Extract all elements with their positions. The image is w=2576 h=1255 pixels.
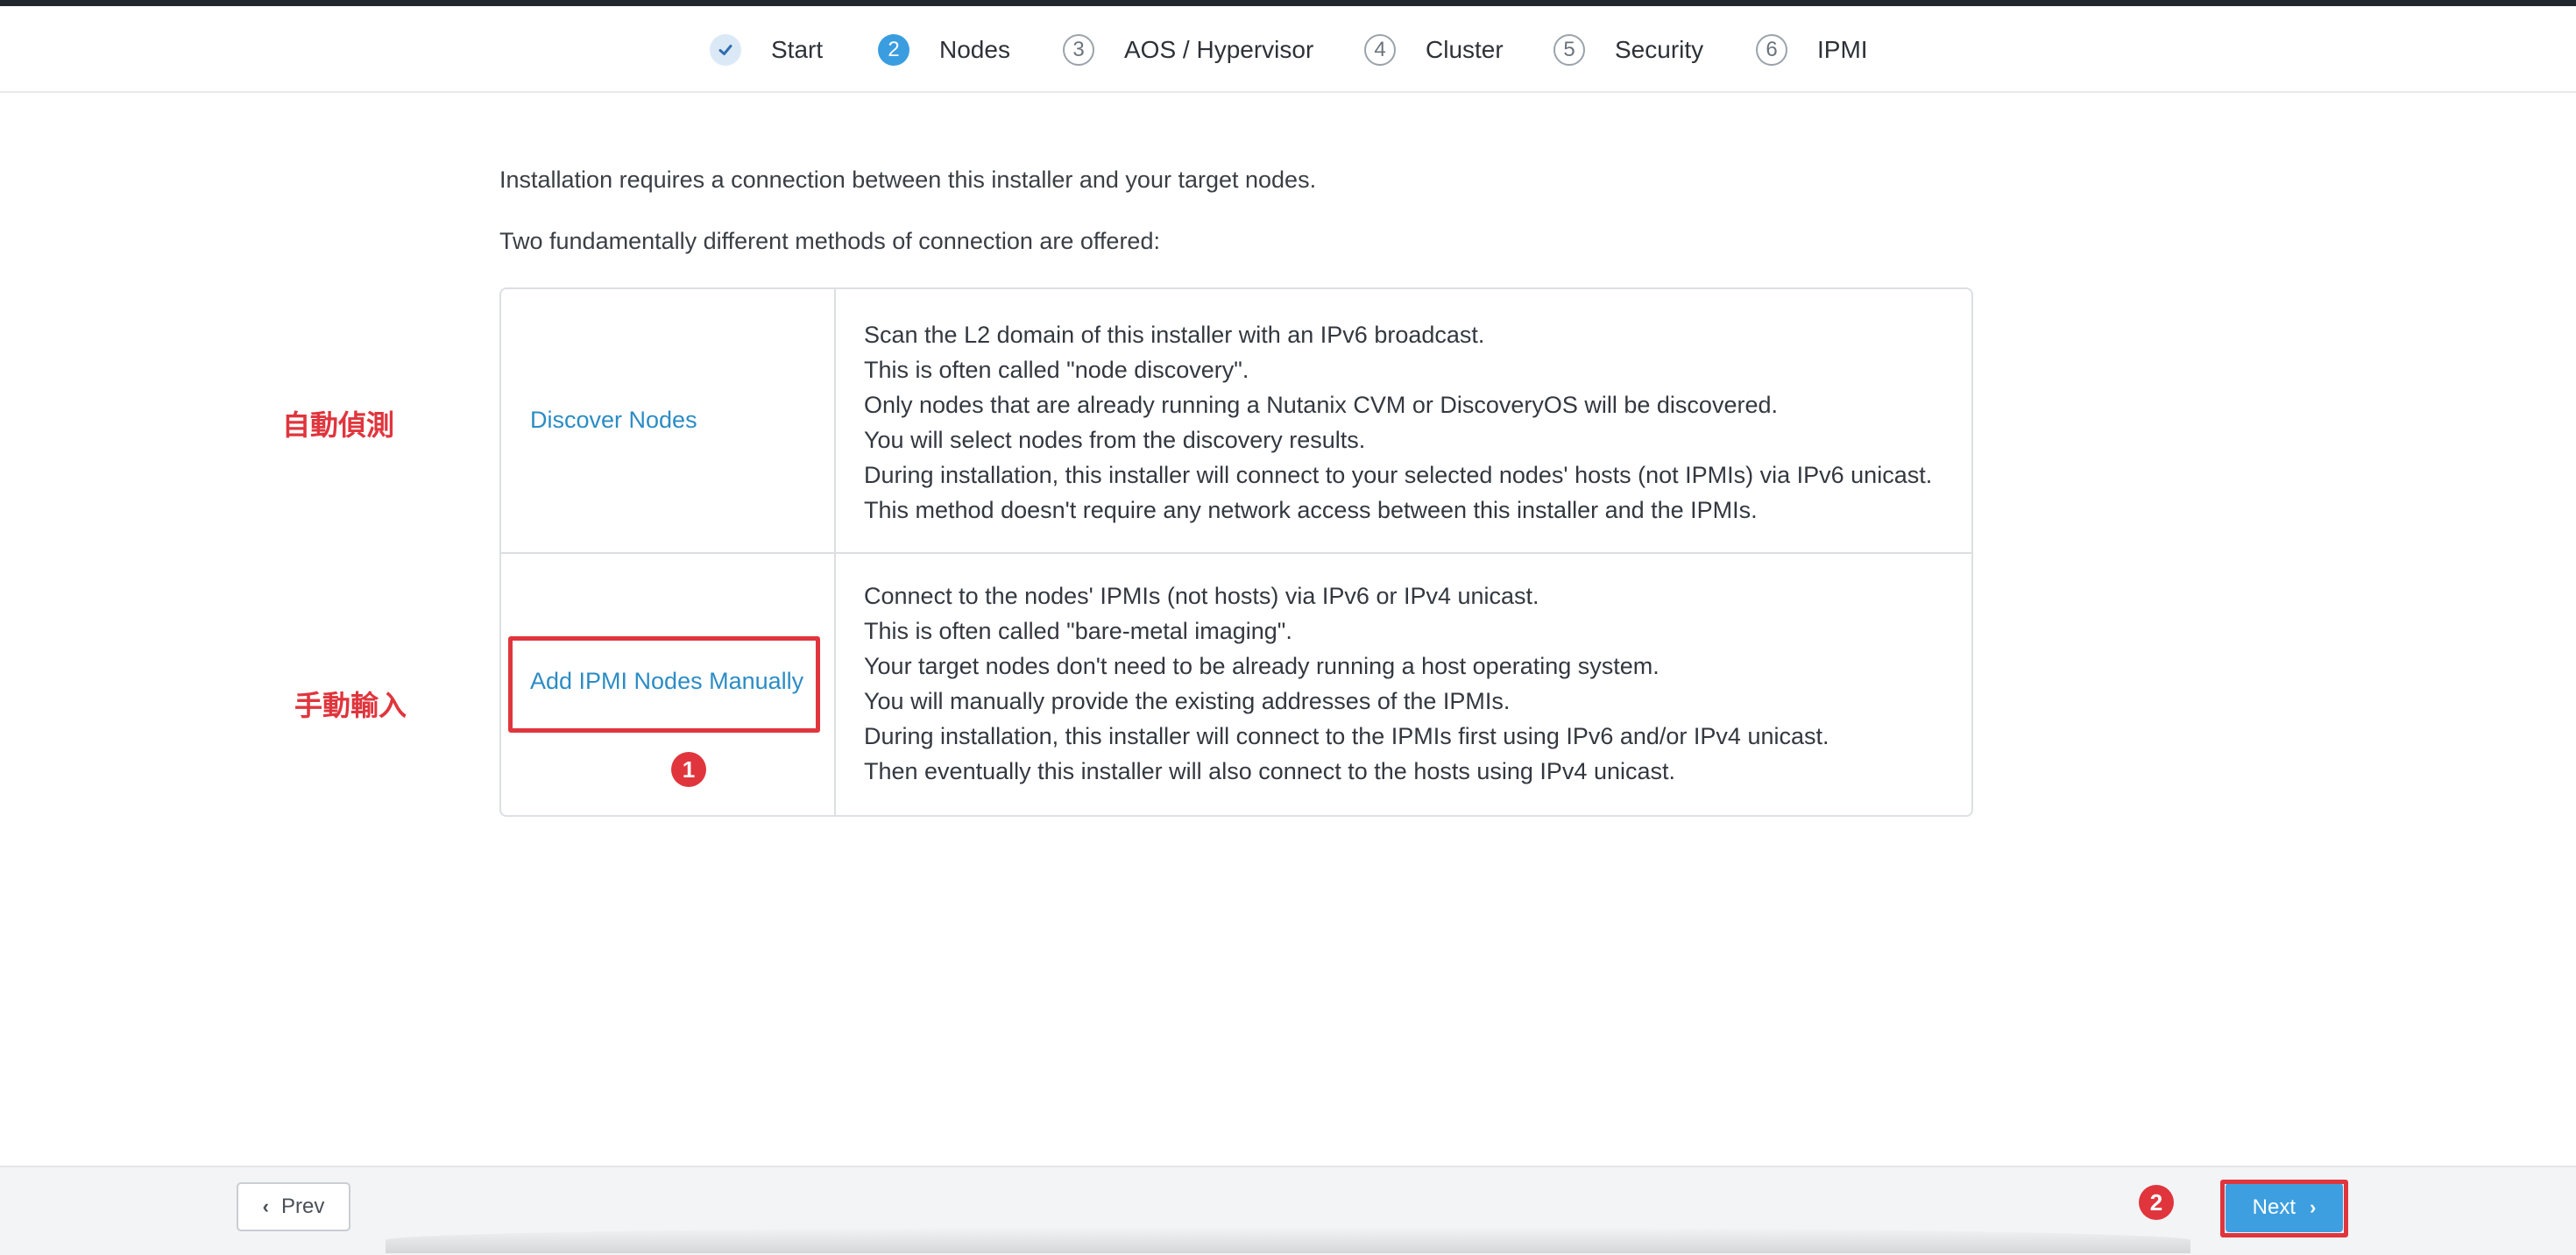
step-label: IPMI — [1817, 36, 1868, 63]
step-label: AOS / Hypervisor — [1124, 36, 1314, 63]
step-number: 6 — [1756, 34, 1787, 66]
description-line: Your target nodes don't need to be alrea… — [864, 653, 1660, 679]
step-label: Nodes — [939, 36, 1010, 63]
description-line: This method doesn't require any network … — [864, 497, 1758, 523]
column-divider — [834, 289, 836, 552]
description-line: This is often called "node discovery". — [864, 357, 1249, 383]
check-icon — [710, 34, 741, 66]
intro-text: Installation requires a connection betwe… — [499, 167, 1317, 193]
step-label: Start — [771, 36, 824, 63]
step-number: 5 — [1553, 34, 1585, 66]
step-number: 2 — [878, 34, 909, 66]
step-ipmi[interactable]: 6 IPMI — [1756, 32, 1868, 67]
description-line: During installation, this installer will… — [864, 723, 1829, 749]
prev-button-label: Prev — [280, 1195, 325, 1218]
step-security[interactable]: 5 Security — [1553, 32, 1703, 67]
step-label: Cluster — [1426, 36, 1504, 63]
step-nodes[interactable]: 2 Nodes — [878, 32, 1010, 67]
add-ipmi-nodes-description: Connect to the nodes' IPMIs (not hosts) … — [864, 578, 1829, 789]
annotation-manual-input: 手動輸入 — [294, 689, 407, 722]
description-line: Then eventually this installer will also… — [864, 758, 1675, 784]
connection-methods-table: Discover Nodes Scan the L2 domain of thi… — [499, 287, 1973, 817]
prev-button[interactable]: ‹ Prev — [237, 1182, 350, 1231]
column-divider — [834, 554, 836, 815]
annotation-auto-detect: 自動偵測 — [282, 408, 395, 442]
highlight-box-add-ipmi — [508, 636, 820, 733]
intro-methods-text: Two fundamentally different methods of c… — [499, 228, 1160, 254]
description-line: You will manually provide the existing a… — [864, 688, 1511, 714]
step-label: Security — [1615, 36, 1704, 63]
step-number: 3 — [1063, 34, 1094, 66]
step-cluster[interactable]: 4 Cluster — [1364, 32, 1504, 67]
description-line: Scan the L2 domain of this installer wit… — [864, 322, 1485, 348]
description-line: Connect to the nodes' IPMIs (not hosts) … — [864, 583, 1539, 609]
step-aos-hypervisor[interactable]: 3 AOS / Hypervisor — [1063, 32, 1313, 67]
discover-nodes-description: Scan the L2 domain of this installer wit… — [864, 317, 1932, 528]
wizard-stepper: Start 2 Nodes 3 AOS / Hypervisor 4 Clust… — [0, 6, 2576, 93]
highlight-box-next — [2220, 1180, 2348, 1237]
step-start[interactable]: Start — [710, 32, 823, 67]
step-number: 4 — [1364, 34, 1396, 66]
description-line: During installation, this installer will… — [864, 462, 1933, 488]
footer-shadow — [386, 1227, 2190, 1253]
description-line: This is often called "bare-metal imaging… — [864, 618, 1292, 644]
chevron-left-icon: ‹ — [262, 1195, 269, 1217]
step-marker-badge: 2 — [2139, 1185, 2174, 1220]
discover-nodes-link[interactable]: Discover Nodes — [530, 407, 697, 434]
step-marker-badge: 1 — [671, 752, 706, 787]
top-bar — [0, 0, 2576, 6]
description-line: Only nodes that are already running a Nu… — [864, 392, 1778, 418]
method-row-discover: Discover Nodes Scan the L2 domain of thi… — [501, 289, 1971, 554]
description-line: You will select nodes from the discovery… — [864, 427, 1366, 453]
